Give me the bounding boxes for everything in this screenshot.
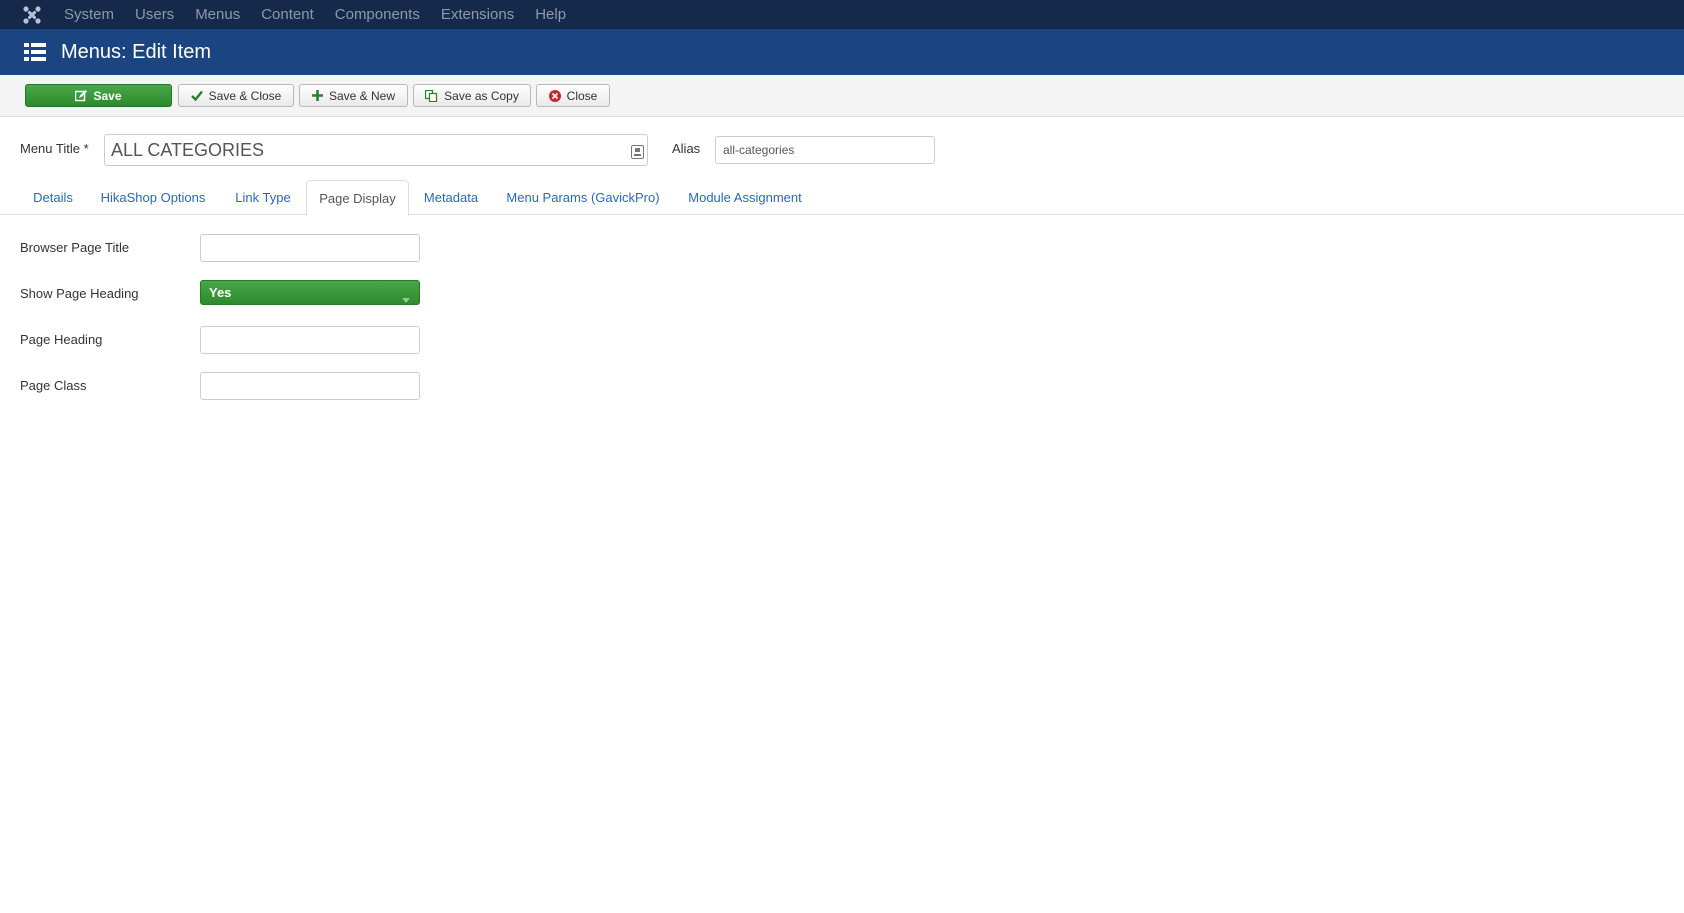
- save-label: Save: [93, 88, 122, 103]
- chevron-down-icon: [402, 291, 410, 306]
- title-bar: Menus: Edit Item: [0, 29, 1684, 75]
- save-close-label: Save & Close: [208, 88, 282, 103]
- edit-icon: [75, 89, 88, 102]
- page-class-label: Page Class: [20, 378, 87, 393]
- save-new-button[interactable]: Save & New: [299, 84, 408, 107]
- tab-link-type[interactable]: Link Type: [223, 180, 303, 215]
- check-icon: [190, 90, 203, 101]
- alias-value: all-categories: [723, 143, 795, 157]
- menu-title-label: Menu Title *: [20, 141, 89, 156]
- page-title: Menus: Edit Item: [61, 40, 212, 63]
- tab-hikashop-options[interactable]: HikaShop Options: [90, 180, 216, 215]
- close-label: Close: [566, 88, 598, 103]
- tab-menu-params-gavickpro[interactable]: Menu Params (GavickPro): [496, 180, 670, 215]
- save-as-copy-button[interactable]: Save as Copy: [413, 84, 531, 107]
- menu-title-value: ALL CATEGORIES: [111, 139, 265, 160]
- nav-content[interactable]: Content: [261, 6, 314, 23]
- field-addon-icon[interactable]: [631, 143, 644, 164]
- page-class-input[interactable]: [200, 372, 420, 400]
- alias-input[interactable]: all-categories: [715, 136, 935, 164]
- page-heading-input[interactable]: [200, 326, 420, 354]
- tab-details[interactable]: Details: [20, 180, 86, 215]
- close-button[interactable]: Close: [536, 84, 610, 107]
- save-copy-label: Save as Copy: [444, 88, 519, 103]
- plus-icon: [311, 90, 323, 101]
- show-page-heading-select[interactable]: Yes: [200, 280, 420, 305]
- browser-page-title-label: Browser Page Title: [20, 240, 130, 255]
- copy-icon: [425, 89, 438, 102]
- page-heading-label: Page Heading: [20, 332, 103, 347]
- nav-system[interactable]: System: [64, 6, 114, 23]
- save-new-label: Save & New: [328, 88, 396, 103]
- nav-menus[interactable]: Menus: [195, 6, 240, 23]
- browser-page-title-input[interactable]: [200, 234, 420, 262]
- save-button[interactable]: Save: [25, 84, 172, 107]
- joomla-icon[interactable]: [22, 4, 44, 26]
- show-page-heading-value: Yes: [209, 285, 232, 300]
- tab-page-display[interactable]: Page Display: [306, 180, 409, 216]
- nav-help[interactable]: Help: [535, 6, 566, 23]
- nav-users[interactable]: Users: [135, 6, 174, 23]
- nav-components[interactable]: Components: [335, 6, 420, 23]
- tab-bar: Details HikaShop Options Link Type Page …: [0, 180, 1684, 216]
- tab-module-assignment[interactable]: Module Assignment: [678, 180, 812, 215]
- save-close-button[interactable]: Save & Close: [178, 84, 294, 107]
- tab-metadata[interactable]: Metadata: [413, 180, 489, 215]
- menu-title-input[interactable]: ALL CATEGORIES: [104, 134, 648, 166]
- show-page-heading-label: Show Page Heading: [20, 286, 139, 301]
- toolbar: Save Save & Close Save & New Save as Cop…: [0, 75, 1684, 117]
- nav-extensions[interactable]: Extensions: [441, 6, 514, 23]
- alias-label: Alias: [672, 141, 701, 156]
- close-icon: [548, 89, 561, 102]
- list-icon: [24, 41, 46, 63]
- top-navbar: System Users Menus Content Components Ex…: [0, 0, 1684, 29]
